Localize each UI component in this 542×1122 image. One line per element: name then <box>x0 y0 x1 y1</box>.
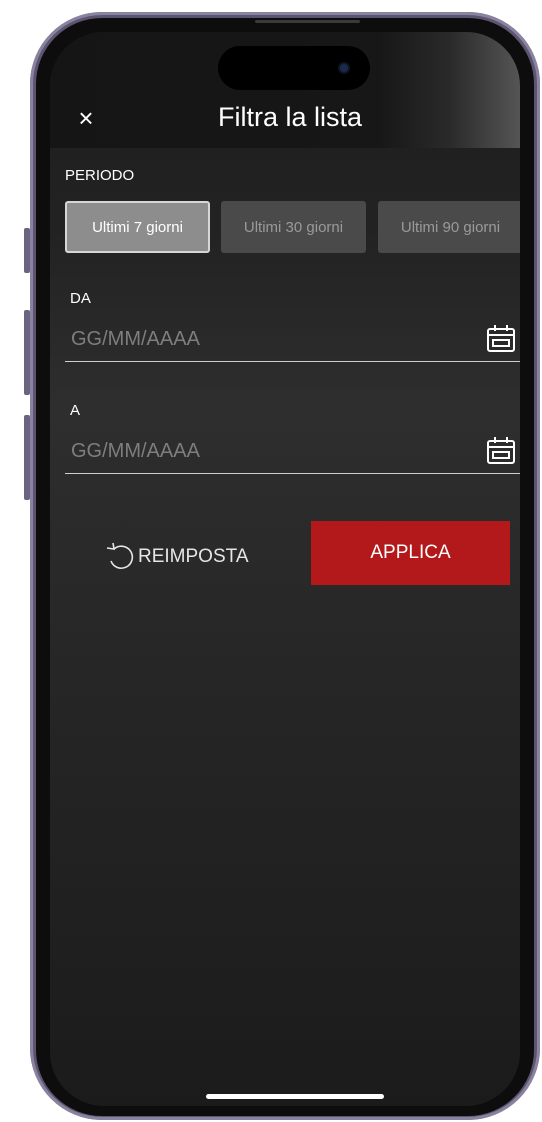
to-date-input[interactable] <box>71 440 451 463</box>
reset-button[interactable]: REIMPOSTA <box>102 540 249 574</box>
from-date-field <box>65 322 520 362</box>
from-label: DA <box>70 290 91 307</box>
calendar-icon[interactable] <box>485 322 517 354</box>
period-30-days-button[interactable]: Ultimi 30 giorni <box>221 201 366 253</box>
from-date-input[interactable] <box>71 328 451 351</box>
filter-screen: × Filtra la lista PERIODO Ultimi 7 giorn… <box>50 32 520 1106</box>
to-label: A <box>70 402 81 419</box>
reset-icon <box>106 542 134 570</box>
close-icon[interactable]: × <box>74 105 98 131</box>
phone-side-button <box>24 310 30 395</box>
camera-icon <box>340 64 348 72</box>
phone-side-button <box>24 415 30 500</box>
period-7-days-button[interactable]: Ultimi 7 giorni <box>65 201 210 253</box>
phone-side-button <box>24 228 30 273</box>
period-label: PERIODO <box>65 167 135 184</box>
period-90-days-button[interactable]: Ultimi 90 giorni <box>378 201 520 253</box>
calendar-icon[interactable] <box>485 434 517 466</box>
apply-button[interactable]: APPLICA <box>311 521 510 585</box>
home-indicator <box>206 1094 384 1099</box>
to-date-field <box>65 434 520 474</box>
phone-speaker <box>255 20 360 23</box>
reset-label: REIMPOSTA <box>138 546 249 567</box>
page-title: Filtra la lista <box>217 102 363 132</box>
